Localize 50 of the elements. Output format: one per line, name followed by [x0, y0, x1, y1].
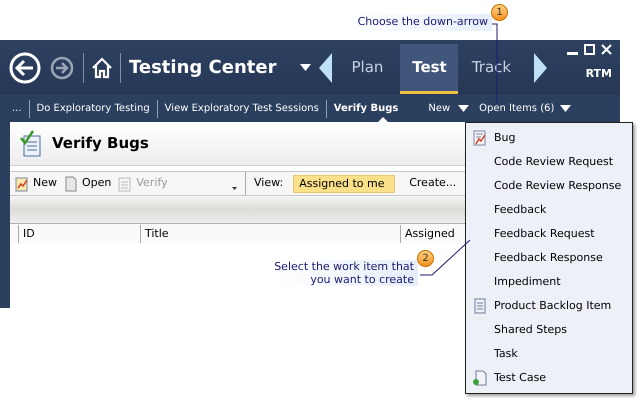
menu-item[interactable]: Code Review Request [466, 150, 632, 174]
next-icon[interactable] [534, 52, 548, 82]
toolbar-button[interactable]: New [14, 175, 57, 192]
menu-item[interactable]: Feedback Response [466, 246, 632, 270]
leader-line [420, 240, 470, 276]
previous-icon[interactable] [319, 52, 332, 82]
close-icon[interactable] [601, 44, 612, 55]
menu-item[interactable]: Impediment [466, 270, 632, 294]
app-title: Testing Center [129, 56, 276, 80]
menu-item[interactable]: Code Review Response [466, 174, 632, 198]
home-icon[interactable] [90, 56, 114, 80]
document-icon [472, 298, 488, 314]
bug-icon [472, 130, 488, 146]
view-label: View: [254, 175, 284, 192]
nav-link[interactable]: View Exploratory Test Sessions [164, 101, 319, 116]
new-button[interactable]: New [428, 101, 450, 116]
tab[interactable]: Test [400, 44, 458, 94]
menu-item[interactable]: Feedback Request [466, 222, 632, 246]
nav-link[interactable]: ... [12, 101, 22, 116]
view-dropdown[interactable]: Assigned to me [293, 174, 396, 192]
bug-icon [14, 176, 30, 192]
nav-link[interactable]: Verify Bugs [334, 101, 398, 116]
menu-item[interactable]: Feedback [466, 198, 632, 222]
menu-item[interactable]: Shared Steps [466, 318, 632, 342]
toolbar-button[interactable]: Open [63, 175, 112, 192]
forward-icon[interactable] [50, 56, 74, 80]
version-label: RTM [586, 66, 612, 82]
open-items-button[interactable]: Open Items (6) [479, 101, 554, 116]
tab[interactable]: Plan [334, 40, 400, 95]
column-header[interactable]: Title [140, 225, 400, 243]
overflow-icon[interactable] [232, 187, 237, 190]
tab[interactable]: Track [458, 40, 524, 95]
back-icon[interactable] [9, 52, 41, 84]
down-arrow-icon[interactable] [458, 105, 470, 112]
checklist-icon [117, 176, 134, 192]
maximize-icon[interactable] [584, 44, 595, 55]
menu-item[interactable]: Test Case [466, 366, 632, 390]
pointer-icon [378, 117, 388, 122]
callout-number: 1 [491, 4, 508, 21]
column-header[interactable]: ID [18, 225, 140, 243]
down-arrow-icon[interactable] [560, 105, 572, 112]
menu-item[interactable]: Task [466, 342, 632, 366]
caret-icon[interactable] [300, 64, 312, 71]
panel-title: Verify Bugs [52, 133, 149, 154]
test-case-icon [472, 370, 488, 386]
menu-item[interactable]: Product Backlog Item [466, 294, 632, 318]
nav-link[interactable]: Do Exploratory Testing [36, 101, 150, 116]
document-icon [63, 176, 79, 192]
menu-item[interactable]: Bug [466, 126, 632, 150]
create-button[interactable]: Create... [409, 175, 456, 192]
